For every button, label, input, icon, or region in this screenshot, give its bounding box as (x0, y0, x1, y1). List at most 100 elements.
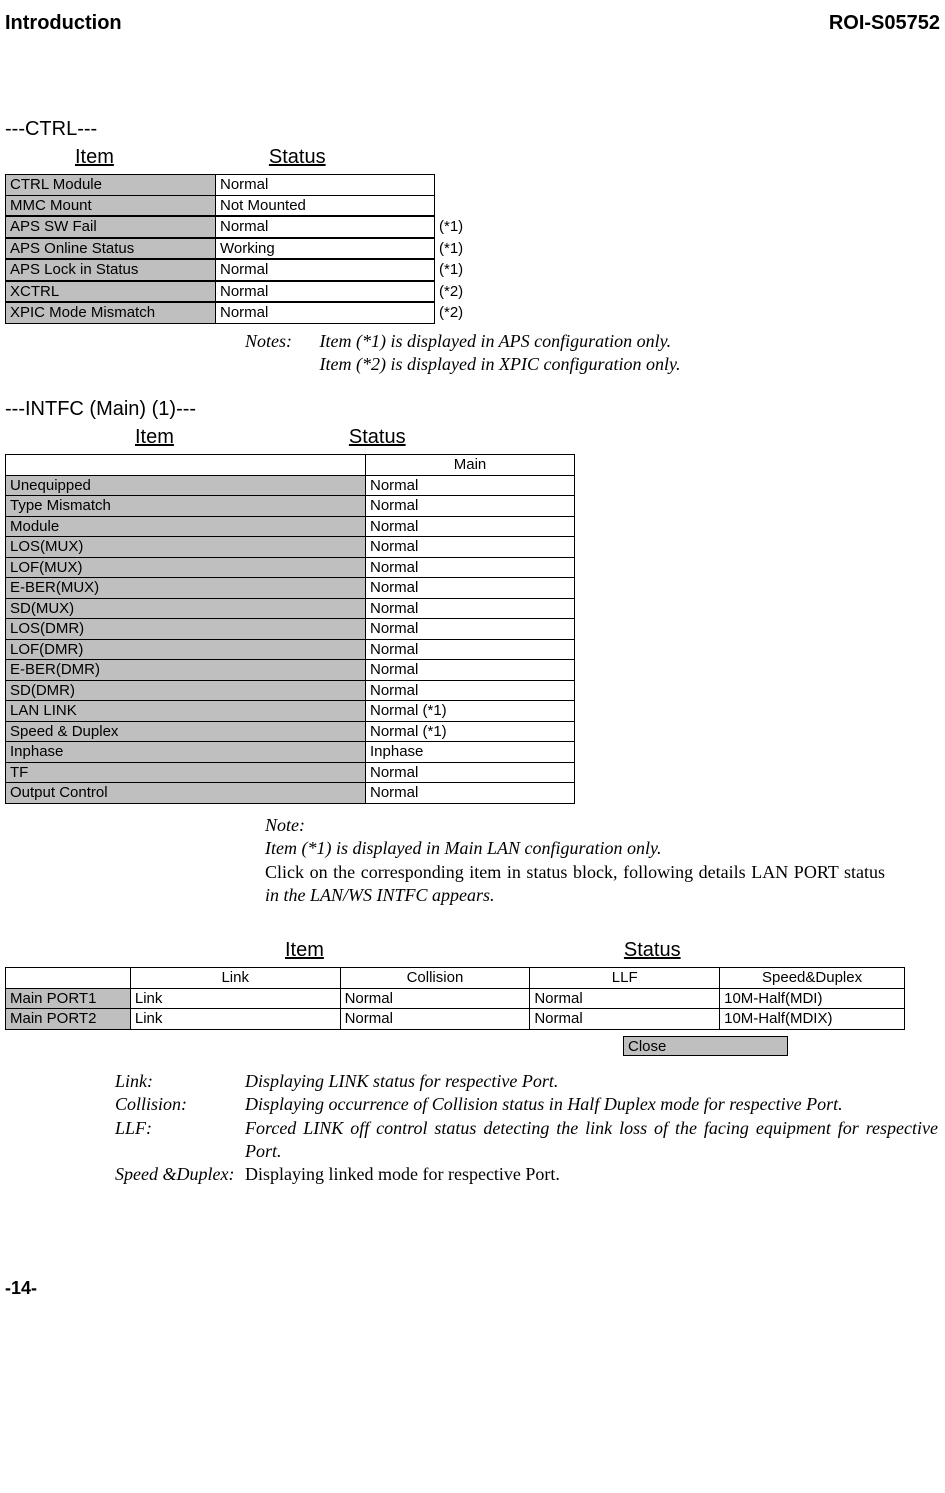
lan-speed-cell: 10M-Half(MDIX) (720, 1009, 905, 1030)
table-row: SD(MUX)Normal (6, 598, 575, 619)
lan-speed-cell: 10M-Half(MDI) (720, 988, 905, 1009)
intfc-status-cell: Normal (366, 496, 575, 517)
lan-item-status-header: Item Status (5, 937, 940, 963)
table-row: Speed & DuplexNormal (*1) (6, 721, 575, 742)
intfc-item-cell: E-BER(DMR) (6, 660, 366, 681)
close-button[interactable]: Close (623, 1036, 788, 1056)
table-row: LOF(MUX)Normal (6, 557, 575, 578)
intfc-item-label: Item (135, 424, 174, 450)
table-row: Type MismatchNormal (6, 496, 575, 517)
def-body: Displaying linked mode for respective Po… (245, 1163, 940, 1186)
ctrl-annot: (*1) (435, 260, 463, 280)
ctrl-status-cell: Normal (216, 303, 435, 324)
lan-item-label: Item (285, 937, 324, 963)
ctrl-annot: (*2) (435, 282, 463, 302)
ctrl-status-cell: Normal (216, 217, 435, 238)
note-roman: Click on the corresponding item in statu… (265, 862, 885, 882)
blank-cell (6, 455, 366, 476)
def-term: LLF: (115, 1117, 245, 1164)
ctrl-table: XCTRLNormal (5, 281, 435, 303)
intfc-status-cell: Normal (366, 557, 575, 578)
intfc-item-cell: LOS(MUX) (6, 537, 366, 558)
intfc-status-cell: Normal (366, 660, 575, 681)
table-row: LOS(MUX)Normal (6, 537, 575, 558)
intfc-status-cell: Normal (366, 578, 575, 599)
intfc-note: Note: Item (*1) is displayed in Main LAN… (265, 814, 940, 908)
note-italic-1: Item (*1) is displayed in Main LAN confi… (265, 838, 661, 858)
ctrl-item-cell: APS Online Status (6, 238, 216, 259)
intfc-status-cell: Normal (366, 475, 575, 496)
intfc-item-cell: Inphase (6, 742, 366, 763)
lan-header-blank (6, 968, 131, 989)
ctrl-table: CTRL ModuleNormal MMC MountNot Mounted (5, 174, 435, 216)
intfc-status-cell: Normal (366, 598, 575, 619)
ctrl-table: APS Online StatusWorking (5, 238, 435, 260)
ctrl-notes: Notes: Item (*1) is displayed in APS con… (245, 330, 940, 377)
page-number: -14- (5, 1277, 940, 1300)
intfc-main-header: Main (366, 455, 575, 476)
lan-header-speedduplex: Speed&Duplex (720, 968, 905, 989)
def-collision: Collision: Displaying occurrence of Coll… (115, 1093, 940, 1116)
intfc-item-cell: SD(MUX) (6, 598, 366, 619)
table-row: Main (6, 455, 575, 476)
intfc-status-cell: Normal (*1) (366, 701, 575, 722)
table-row: LOF(DMR)Normal (6, 639, 575, 660)
intfc-section-title: ---INTFC (Main) (1)--- (5, 396, 940, 422)
lan-link-cell: Link (130, 1009, 340, 1030)
def-body: Displaying LINK status for respective Po… (245, 1070, 940, 1093)
notes-line1: Item (*1) is displayed in APS configurat… (320, 331, 672, 351)
ctrl-table: APS SW FailNormal (5, 216, 435, 238)
lan-llf-cell: Normal (530, 1009, 720, 1030)
ctrl-item-cell: XCTRL (6, 281, 216, 302)
table-row: E-BER(DMR)Normal (6, 660, 575, 681)
ctrl-status-cell: Normal (216, 281, 435, 302)
intfc-status-cell: Normal (366, 680, 575, 701)
lan-port-cell: Main PORT2 (6, 1009, 131, 1030)
lan-collision-cell: Normal (340, 988, 530, 1009)
table-row: Main PORT1 Link Normal Normal 10M-Half(M… (6, 988, 905, 1009)
table-row: E-BER(MUX)Normal (6, 578, 575, 599)
intfc-status-cell: Normal (366, 537, 575, 558)
intfc-item-cell: LOS(DMR) (6, 619, 366, 640)
ctrl-status-label: Status (269, 144, 326, 170)
lan-status-label: Status (624, 937, 681, 963)
ctrl-item-cell: APS Lock in Status (6, 260, 216, 281)
def-term: Link: (115, 1070, 245, 1093)
lan-collision-cell: Normal (340, 1009, 530, 1030)
table-row: MMC MountNot Mounted (6, 195, 435, 216)
notes-line2: Item (*2) is displayed in XPIC configura… (320, 354, 681, 374)
lan-header-llf: LLF (530, 968, 720, 989)
definitions: Link: Displaying LINK status for respect… (115, 1070, 940, 1187)
intfc-status-cell: Normal (366, 783, 575, 804)
intfc-item-cell: LOF(MUX) (6, 557, 366, 578)
note-label: Note: (265, 814, 325, 837)
table-row: Link Collision LLF Speed&Duplex (6, 968, 905, 989)
intfc-status-cell: Normal (366, 516, 575, 537)
header-left: Introduction (5, 10, 122, 36)
table-row: CTRL ModuleNormal (6, 175, 435, 196)
intfc-item-cell: TF (6, 762, 366, 783)
ctrl-item-cell: XPIC Mode Mismatch (6, 303, 216, 324)
lan-port-cell: Main PORT1 (6, 988, 131, 1009)
table-row: Output ControlNormal (6, 783, 575, 804)
note-body: Item (*1) is displayed in Main LAN confi… (265, 837, 885, 907)
table-row: TFNormal (6, 762, 575, 783)
intfc-item-cell: LOF(DMR) (6, 639, 366, 660)
ctrl-table-wrapper: CTRL ModuleNormal MMC MountNot Mounted A… (5, 174, 940, 324)
table-row: APS SW FailNormal (6, 217, 435, 238)
def-body: Displaying occurrence of Collision statu… (245, 1093, 940, 1116)
lan-header-link: Link (130, 968, 340, 989)
intfc-item-cell: Module (6, 516, 366, 537)
ctrl-annot: (*1) (435, 239, 463, 259)
def-body: Forced LINK off control status detecting… (245, 1117, 940, 1164)
intfc-item-cell: LAN LINK (6, 701, 366, 722)
intfc-status-label: Status (349, 424, 406, 450)
intfc-table: Main UnequippedNormal Type MismatchNorma… (5, 454, 575, 804)
table-row: UnequippedNormal (6, 475, 575, 496)
intfc-status-cell: Normal (366, 762, 575, 783)
header-right: ROI-S05752 (829, 10, 940, 36)
notes-body: Item (*1) is displayed in APS configurat… (320, 330, 681, 377)
ctrl-section-title: ---CTRL--- (5, 116, 940, 142)
ctrl-table: APS Lock in StatusNormal (5, 259, 435, 281)
lan-link-cell: Link (130, 988, 340, 1009)
